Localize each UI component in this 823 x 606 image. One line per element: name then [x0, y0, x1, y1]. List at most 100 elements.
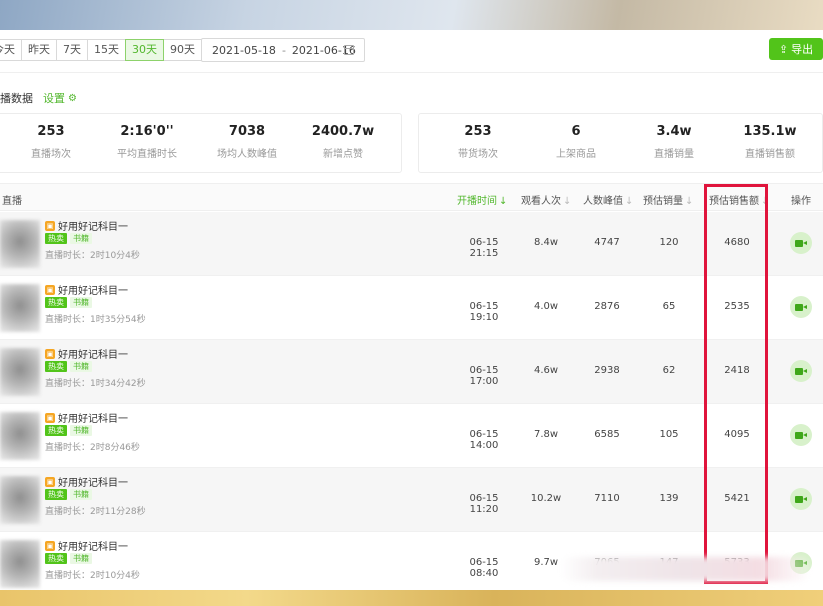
- live-duration: 直播时长：2时10分4秒: [45, 571, 140, 581]
- cell-est-revenue: 2535: [724, 301, 750, 312]
- live-title[interactable]: 好用好记科目一: [58, 346, 128, 361]
- date-start: 2021-05-18: [212, 43, 276, 57]
- stat-label: 新增点赞: [323, 149, 363, 160]
- live-title[interactable]: 好用好记科目一: [58, 538, 128, 553]
- live-title-line[interactable]: ▣ 好用好记科目一: [45, 410, 128, 425]
- stat-value: 135.1w: [743, 124, 797, 139]
- stat-avg-duration: 2:16'0'' 平均直播时长: [97, 124, 197, 160]
- sort-down-icon: ↓: [499, 196, 508, 207]
- col-est-sales[interactable]: 预估销量 ↓: [643, 192, 693, 207]
- stat-value: 253: [37, 124, 65, 139]
- export-button[interactable]: ⇪ 导出: [769, 38, 823, 60]
- stat-listed-products: 6 上架商品: [526, 124, 626, 160]
- stat-value: 3.4w: [656, 124, 692, 139]
- gear-icon[interactable]: ⚙: [68, 93, 77, 104]
- cell-peak: 7110: [594, 493, 620, 504]
- live-title[interactable]: 好用好记科目一: [58, 282, 128, 297]
- tag-category: 书籍: [70, 425, 92, 436]
- live-duration: 直播时长：2时8分46秒: [45, 443, 140, 453]
- cell-est-revenue: 4095: [724, 429, 750, 440]
- top-banner-background: [0, 0, 823, 30]
- cell-est-sales: 65: [662, 301, 676, 312]
- video-camera-icon: [795, 431, 807, 440]
- video-camera-icon: [795, 495, 807, 504]
- replay-button[interactable]: [790, 296, 812, 318]
- stat-live-count: 253 直播场次: [1, 124, 101, 160]
- cell-start-time: 06-15 19:10: [469, 301, 499, 323]
- col-start-time[interactable]: 开播时间 ↓: [457, 192, 507, 207]
- live-title-line[interactable]: ▣ 好用好记科目一: [45, 346, 128, 361]
- cart-icon: ▣: [45, 220, 55, 231]
- cart-icon: ▣: [45, 348, 55, 359]
- cell-peak: 2876: [594, 301, 620, 312]
- live-title-line[interactable]: ▣ 好用好记科目一: [45, 282, 128, 297]
- settings-link[interactable]: 设置: [43, 90, 65, 106]
- cart-icon: ▣: [45, 284, 55, 295]
- live-thumbnail[interactable]: [0, 348, 40, 396]
- range-today[interactable]: 今天: [0, 39, 22, 61]
- tag-category: 书籍: [70, 489, 92, 500]
- sort-icon: ↓: [563, 196, 572, 207]
- cell-est-revenue: 4680: [724, 237, 750, 248]
- live-thumbnail[interactable]: [0, 220, 40, 268]
- cell-peak: 2938: [594, 365, 620, 376]
- live-duration: 直播时长：2时10分4秒: [45, 251, 140, 261]
- cell-est-sales: 105: [659, 429, 679, 440]
- calendar-icon: [344, 45, 354, 55]
- stat-label: 直播销量: [654, 149, 694, 160]
- sort-icon: ↓: [761, 196, 770, 207]
- replay-button[interactable]: [790, 424, 812, 446]
- cell-start-time: 06-15 21:15: [469, 237, 499, 259]
- live-title-line[interactable]: ▣ 好用好记科目一: [45, 538, 128, 553]
- live-title[interactable]: 好用好记科目一: [58, 474, 128, 489]
- cart-icon: ▣: [45, 412, 55, 423]
- cell-est-revenue: 2418: [724, 365, 750, 376]
- col-est-revenue[interactable]: 预估销售额 ↓: [709, 192, 769, 207]
- video-camera-icon: [795, 239, 807, 248]
- table-header: 直播 开播时间 ↓ 观看人次 ↓ 人数峰值 ↓ 预估销量 ↓ 预估销售额 ↓ 操作: [0, 183, 823, 211]
- range-7d[interactable]: 7天: [56, 39, 88, 61]
- stat-avg-peak: 7038 场均人数峰值: [197, 124, 297, 160]
- live-title[interactable]: 好用好记科目一: [58, 410, 128, 425]
- replay-button[interactable]: [790, 488, 812, 510]
- tag-hot: 热卖: [45, 553, 67, 564]
- col-label: 开播时间: [457, 196, 497, 207]
- stat-value: 2400.7w: [311, 124, 375, 139]
- export-label: 导出: [791, 43, 814, 56]
- range-90d[interactable]: 90天: [163, 39, 202, 61]
- live-thumbnail[interactable]: [0, 476, 40, 524]
- live-tags: 热卖 书籍: [45, 553, 92, 564]
- live-tags: 热卖 书籍: [45, 361, 92, 372]
- stat-label: 平均直播时长: [117, 149, 177, 160]
- replay-button[interactable]: [790, 232, 812, 254]
- stat-label: 场均人数峰值: [217, 149, 277, 160]
- live-thumbnail[interactable]: [0, 412, 40, 460]
- cell-start-time: 06-15 11:20: [469, 493, 499, 515]
- col-peak[interactable]: 人数峰值 ↓: [583, 192, 633, 207]
- table-row[interactable]: ▣ 好用好记科目一 热卖 书籍 直播时长：2时11分28秒 06-15 11:20 10.2…: [0, 468, 823, 532]
- range-yesterday[interactable]: 昨天: [21, 39, 57, 61]
- stat-label: 上架商品: [556, 149, 596, 160]
- cell-start-time: 06-15 08:40: [469, 557, 499, 579]
- range-30d[interactable]: 30天: [125, 39, 164, 61]
- live-thumbnail[interactable]: [0, 284, 40, 332]
- range-15d[interactable]: 15天: [87, 39, 126, 61]
- col-viewers[interactable]: 观看人次 ↓: [521, 192, 571, 207]
- table-row[interactable]: ▣ 好用好记科目一 热卖 书籍 直播时长：2时10分4秒 06-15 21:15 8.4w 4…: [0, 212, 823, 276]
- section-header: 播数据 设置 ⚙: [0, 90, 77, 106]
- replay-button[interactable]: [790, 360, 812, 382]
- live-thumbnail[interactable]: [0, 540, 40, 588]
- live-title[interactable]: 好用好记科目一: [58, 218, 128, 233]
- date-range-picker[interactable]: 2021-05-18 - 2021-06-16: [201, 38, 365, 62]
- sort-icon: ↓: [685, 196, 694, 207]
- col-label: 预估销售额: [709, 196, 759, 207]
- stat-selling-sessions: 253 带货场次: [428, 124, 528, 160]
- table-row[interactable]: ▣ 好用好记科目一 热卖 书籍 直播时长：1时34分42秒 06-15 17:00 4.6w…: [0, 340, 823, 404]
- live-title-line[interactable]: ▣ 好用好记科目一: [45, 474, 128, 489]
- date-separator: -: [281, 43, 286, 57]
- table-row[interactable]: ▣ 好用好记科目一 热卖 书籍 直播时长：1时35分54秒 06-15 19:10 4.0w…: [0, 276, 823, 340]
- live-title-line[interactable]: ▣ 好用好记科目一: [45, 218, 128, 233]
- live-stats-card: 253 直播场次 2:16'0'' 平均直播时长 7038 场均人数峰值 240…: [0, 113, 402, 173]
- table-row[interactable]: ▣ 好用好记科目一 热卖 书籍 直播时长：2时8分46秒 06-15 14:00 7.8w 6…: [0, 404, 823, 468]
- cell-start-time: 06-15 17:00: [469, 365, 499, 387]
